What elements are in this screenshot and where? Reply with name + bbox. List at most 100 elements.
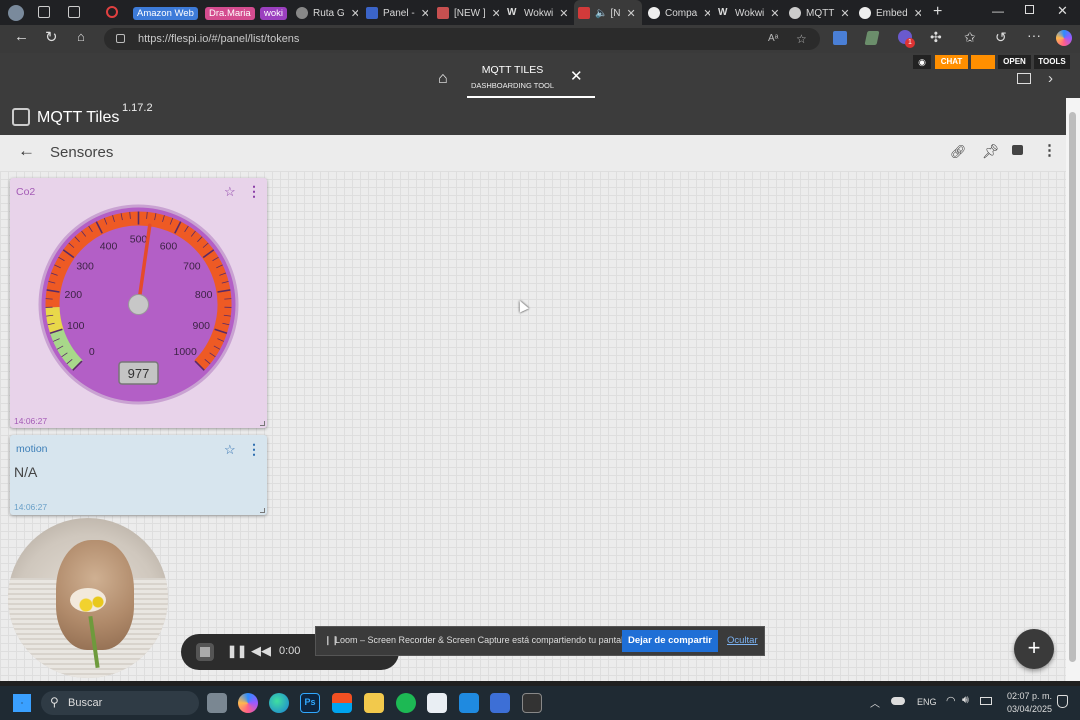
- onedrive-icon[interactable]: [891, 697, 905, 705]
- edge-icon[interactable]: [269, 693, 289, 713]
- notes-app-icon[interactable]: [427, 693, 447, 713]
- speaker-icon[interactable]: 🔈: [595, 8, 607, 19]
- scrollbar-thumb[interactable]: [1069, 112, 1076, 662]
- copilot-taskbar-icon[interactable]: [238, 693, 258, 713]
- star-icon[interactable]: ☆: [224, 442, 236, 458]
- center-title: MQTT TILES: [481, 64, 544, 76]
- stop-sharing-button[interactable]: Dejar de compartir: [622, 630, 718, 652]
- tab-wokwi-2[interactable]: W Wokwi ✕: [718, 3, 780, 23]
- hide-link[interactable]: Ocultar: [727, 635, 758, 646]
- more-vert-icon[interactable]: ⋮: [1042, 141, 1057, 159]
- url-bar[interactable]: https://flespi.io/#/panel/list/tokens Aᵃ…: [104, 28, 820, 50]
- minimize-button[interactable]: —: [992, 4, 1004, 18]
- notifications-bell-icon[interactable]: [1057, 695, 1068, 708]
- spotify-icon[interactable]: [396, 693, 416, 713]
- tab-ruta[interactable]: Ruta G ✕: [296, 3, 358, 23]
- translate-icon[interactable]: [833, 31, 847, 45]
- close-icon[interactable]: ✕: [351, 7, 358, 20]
- record-icon[interactable]: [106, 6, 118, 18]
- tab-amazon-web[interactable]: Amazon Web: [133, 3, 198, 23]
- pause-icon[interactable]: ❚❚: [227, 644, 247, 658]
- tab-active[interactable]: 🔈 [N ✕: [574, 0, 642, 25]
- extensions-puzzle-icon[interactable]: ✣: [930, 29, 942, 46]
- notepad-icon[interactable]: [490, 693, 510, 713]
- clock-time[interactable]: 02:07 p. m.: [1004, 691, 1052, 701]
- close-window-button[interactable]: ✕: [1057, 3, 1068, 19]
- home-icon[interactable]: ⌂: [77, 29, 85, 44]
- close-icon[interactable]: ✕: [770, 7, 779, 20]
- link-icon[interactable]: 🔗︎: [950, 144, 967, 160]
- tools-button[interactable]: TOOLS: [1034, 55, 1070, 69]
- extension-feather-icon[interactable]: [864, 31, 880, 45]
- add-widget-button[interactable]: +: [1014, 629, 1054, 669]
- workspaces-icon[interactable]: [38, 6, 50, 18]
- volume-icon[interactable]: 🔊︎: [962, 694, 969, 707]
- stop-recording-button[interactable]: [196, 643, 214, 661]
- chevron-up-icon[interactable]: ︿: [870, 695, 880, 710]
- window-icon[interactable]: [1017, 73, 1031, 84]
- store-icon[interactable]: [332, 693, 352, 713]
- resize-handle[interactable]: [260, 508, 265, 513]
- back-icon[interactable]: ←: [14, 28, 29, 45]
- new-tab-button[interactable]: +: [933, 3, 942, 21]
- clock-date[interactable]: 03/04/2025: [1000, 704, 1052, 714]
- close-icon[interactable]: ✕: [840, 7, 849, 20]
- lock-icon[interactable]: [1012, 145, 1023, 155]
- file-explorer-icon[interactable]: [364, 693, 384, 713]
- webcam-bubble[interactable]: [8, 518, 168, 678]
- favorites-icon[interactable]: ✩: [964, 29, 976, 46]
- back-arrow-icon[interactable]: ←: [18, 141, 35, 161]
- wifi-icon[interactable]: ◠: [946, 694, 956, 707]
- windows-start-icon[interactable]: [13, 694, 31, 712]
- more-vert-icon[interactable]: ⋮: [247, 441, 261, 458]
- taskbar-search[interactable]: ⚲ Buscar: [41, 691, 199, 715]
- panel-icon: [366, 7, 378, 19]
- close-icon[interactable]: ✕: [492, 7, 499, 20]
- rewind-icon[interactable]: ◀◀: [251, 643, 271, 659]
- home-icon[interactable]: ⌂: [438, 70, 448, 88]
- motion-widget[interactable]: motion ☆ ⋮ N/A 14:06:27: [10, 435, 267, 515]
- language-indicator[interactable]: ENG: [917, 697, 937, 707]
- read-aloud-icon[interactable]: Aᵃ: [768, 28, 778, 50]
- close-icon[interactable]: ✕: [421, 7, 428, 20]
- copilot-icon[interactable]: [1056, 30, 1072, 46]
- battery-icon[interactable]: [980, 697, 992, 705]
- vscode-icon[interactable]: [459, 693, 479, 713]
- history-icon[interactable]: ↺: [995, 29, 1007, 46]
- close-icon[interactable]: ✕: [559, 7, 568, 20]
- tab-embed[interactable]: Embed ✕: [859, 3, 921, 23]
- globe-icon: [296, 7, 308, 19]
- tab-wokwi[interactable]: W Wokwi ✕: [507, 3, 569, 23]
- task-view-icon[interactable]: [207, 693, 227, 713]
- tab-dra-maria[interactable]: Dra.Maria: [205, 3, 255, 23]
- lock-icon: [116, 34, 125, 43]
- terminal-icon[interactable]: [522, 693, 542, 713]
- tab-woki[interactable]: woki: [260, 3, 288, 23]
- close-icon[interactable]: ✕: [914, 7, 921, 20]
- address-row: ← ↻ ⌂ https://flespi.io/#/panel/list/tok…: [0, 25, 1080, 53]
- tab-actions-icon[interactable]: [68, 6, 80, 18]
- close-icon[interactable]: ✕: [626, 7, 635, 20]
- camera-icon[interactable]: ◉: [913, 55, 931, 69]
- open-button[interactable]: OPEN: [998, 55, 1031, 69]
- close-icon[interactable]: ✕: [703, 7, 710, 20]
- close-icon[interactable]: ✕: [570, 67, 583, 85]
- co2-widget[interactable]: Co2 ☆ ⋮ 0 100 200 300 400 500 600 700 800 900 1000…: [10, 178, 267, 428]
- resize-handle[interactable]: [260, 421, 265, 426]
- restore-button[interactable]: [1025, 5, 1034, 14]
- tab-compa[interactable]: Compa ✕: [648, 3, 710, 23]
- star-icon[interactable]: ☆: [224, 184, 236, 200]
- profile-avatar[interactable]: [8, 5, 24, 21]
- tab-mqtt[interactable]: MQTT ✕: [789, 3, 851, 23]
- reload-icon[interactable]: ↻: [45, 28, 58, 46]
- tab-panel[interactable]: Panel - ✕: [366, 3, 428, 23]
- chat-button[interactable]: CHAT: [935, 55, 968, 69]
- alert-bell-icon[interactable]: [971, 55, 995, 69]
- more-icon[interactable]: ···: [1027, 27, 1041, 43]
- tab-new[interactable]: [NEW ] ✕: [437, 3, 499, 23]
- more-vert-icon[interactable]: ⋮: [247, 183, 261, 200]
- pin-icon[interactable]: 📌︎: [982, 143, 1000, 160]
- chevron-right-icon[interactable]: ›: [1048, 70, 1053, 87]
- favorite-icon[interactable]: ☆: [796, 28, 807, 50]
- photoshop-icon[interactable]: Ps: [300, 693, 320, 713]
